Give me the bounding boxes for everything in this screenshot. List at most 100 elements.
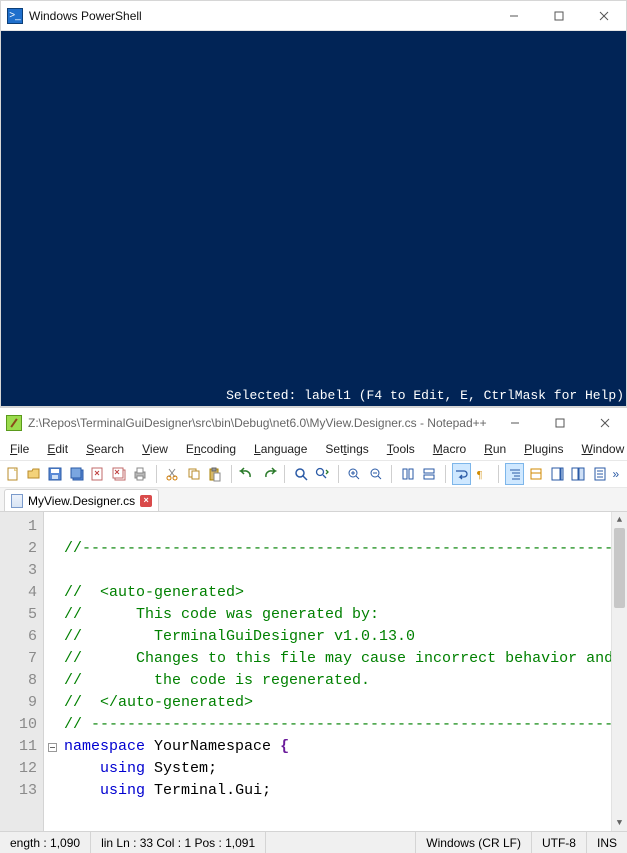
line-number: 4 [0,582,37,604]
tool-sync-hscroll-icon[interactable] [420,464,437,484]
line-number: 5 [0,604,37,626]
line-number: 9 [0,692,37,714]
scroll-down-icon[interactable]: ▼ [612,815,627,831]
line-number: 3 [0,560,37,582]
status-encoding: UTF-8 [532,832,587,853]
status-length: ength : 1,090 [0,832,91,853]
code-line[interactable]: // </auto-generated> [64,692,611,714]
menu-settings[interactable]: Settings [319,440,374,458]
line-number: 12 [0,758,37,780]
menu-file[interactable]: File [4,440,35,458]
notepadpp-icon [6,415,22,431]
tool-save-all-icon[interactable] [68,464,85,484]
minimize-button[interactable] [491,1,536,30]
code-line[interactable]: using System; [64,758,611,780]
notepadpp-tabstrip: MyView.Designer.cs × [0,488,627,512]
tool-find-icon[interactable] [292,464,309,484]
tool-doc-list-icon[interactable] [570,464,587,484]
maximize-button[interactable] [536,1,581,30]
terminal-status-line: Selected: label1 (F4 to Edit, E, CtrlMas… [3,388,624,403]
powershell-window: >_ Windows PowerShell Selected: label1 (… [0,0,627,407]
code-line[interactable]: // TerminalGuiDesigner v1.0.13.0 [64,626,611,648]
tool-print-icon[interactable] [132,464,149,484]
tool-user-lang-icon[interactable] [527,464,544,484]
notepadpp-toolbar: ¶ » [0,460,627,488]
line-number-gutter: 12345678910111213 [0,512,44,831]
toolbar-separator [231,465,232,483]
menu-language[interactable]: Language [248,440,313,458]
tool-sync-vscroll-icon[interactable] [399,464,416,484]
scroll-up-icon[interactable]: ▲ [612,512,627,528]
tool-paste-icon[interactable] [207,464,224,484]
tool-indent-guide-icon[interactable] [506,464,523,484]
toolbar-separator [391,465,392,483]
tool-new-icon[interactable] [4,464,21,484]
tool-word-wrap-icon[interactable] [453,464,470,484]
tool-copy-icon[interactable] [185,464,202,484]
menu-run[interactable]: Run [478,440,512,458]
code-line[interactable]: // This code was generated by: [64,604,611,626]
tool-replace-icon[interactable] [313,464,330,484]
tool-close-all-icon[interactable] [110,464,127,484]
tab-myview-designer[interactable]: MyView.Designer.cs × [4,489,159,511]
maximize-button[interactable] [537,409,582,438]
notepadpp-editarea: 12345678910111213 //--------------------… [0,512,627,831]
code-line[interactable]: //--------------------------------------… [64,538,611,560]
notepadpp-titlebar[interactable]: Z:\Repos\TerminalGuiDesigner\src\bin\Deb… [0,408,627,438]
tool-redo-icon[interactable] [260,464,277,484]
menu-encoding[interactable]: Encoding [180,440,242,458]
svg-text:¶: ¶ [477,469,482,481]
powershell-title: Windows PowerShell [29,9,142,23]
menu-plugins[interactable]: Plugins [518,440,569,458]
powershell-terminal[interactable]: Selected: label1 (F4 to Edit, E, CtrlMas… [1,31,626,406]
minimize-button[interactable] [492,409,537,438]
tool-undo-icon[interactable] [239,464,256,484]
close-button[interactable] [582,409,627,438]
menu-search[interactable]: Search [80,440,130,458]
tool-save-icon[interactable] [47,464,64,484]
menu-view[interactable]: View [136,440,174,458]
tool-open-icon[interactable] [25,464,42,484]
menu-tools[interactable]: Tools [381,440,421,458]
tool-show-all-chars-icon[interactable]: ¶ [474,464,491,484]
notepadpp-title: Z:\Repos\TerminalGuiDesigner\src\bin\Deb… [28,416,487,430]
tool-func-list-icon[interactable] [591,464,608,484]
fold-toggle-icon[interactable] [48,743,57,752]
code-line[interactable]: // the code is regenerated. [64,670,611,692]
code-view[interactable]: //--------------------------------------… [60,512,611,831]
tool-close-icon[interactable] [89,464,106,484]
code-line[interactable]: // Changes to this file may cause incorr… [64,648,611,670]
line-number: 2 [0,538,37,560]
line-number: 11 [0,736,37,758]
toolbar-separator [156,465,157,483]
menu-edit[interactable]: Edit [41,440,74,458]
code-line[interactable] [64,516,611,538]
tool-doc-map-icon[interactable] [549,464,566,484]
code-line[interactable]: // -------------------------------------… [64,714,611,736]
close-button[interactable] [581,1,626,30]
line-number: 10 [0,714,37,736]
tab-close-icon[interactable]: × [140,495,152,507]
code-line[interactable]: using Terminal.Gui; [64,780,611,802]
line-number: 7 [0,648,37,670]
status-eol: Windows (CR LF) [416,832,532,853]
menu-macro[interactable]: Macro [427,440,472,458]
powershell-titlebar[interactable]: >_ Windows PowerShell [1,1,626,31]
vertical-scrollbar[interactable]: ▲ ▼ [611,512,627,831]
status-ins: INS [587,832,627,853]
toolbar-overflow-icon[interactable]: » [612,467,623,481]
code-line[interactable]: // <auto-generated> [64,582,611,604]
line-number: 8 [0,670,37,692]
scroll-thumb[interactable] [614,528,625,608]
tool-cut-icon[interactable] [164,464,181,484]
line-number: 13 [0,780,37,802]
notepadpp-menubar: File Edit Search View Encoding Language … [0,438,627,460]
code-line[interactable]: namespace YourNamespace { [64,736,611,758]
toolbar-separator [445,465,446,483]
toolbar-separator [498,465,499,483]
tool-zoom-in-icon[interactable] [346,464,363,484]
status-caret: lin Ln : 33 Col : 1 Pos : 1,091 [91,832,266,853]
code-line[interactable] [64,560,611,582]
tool-zoom-out-icon[interactable] [367,464,384,484]
menu-window[interactable]: Window [576,440,627,458]
